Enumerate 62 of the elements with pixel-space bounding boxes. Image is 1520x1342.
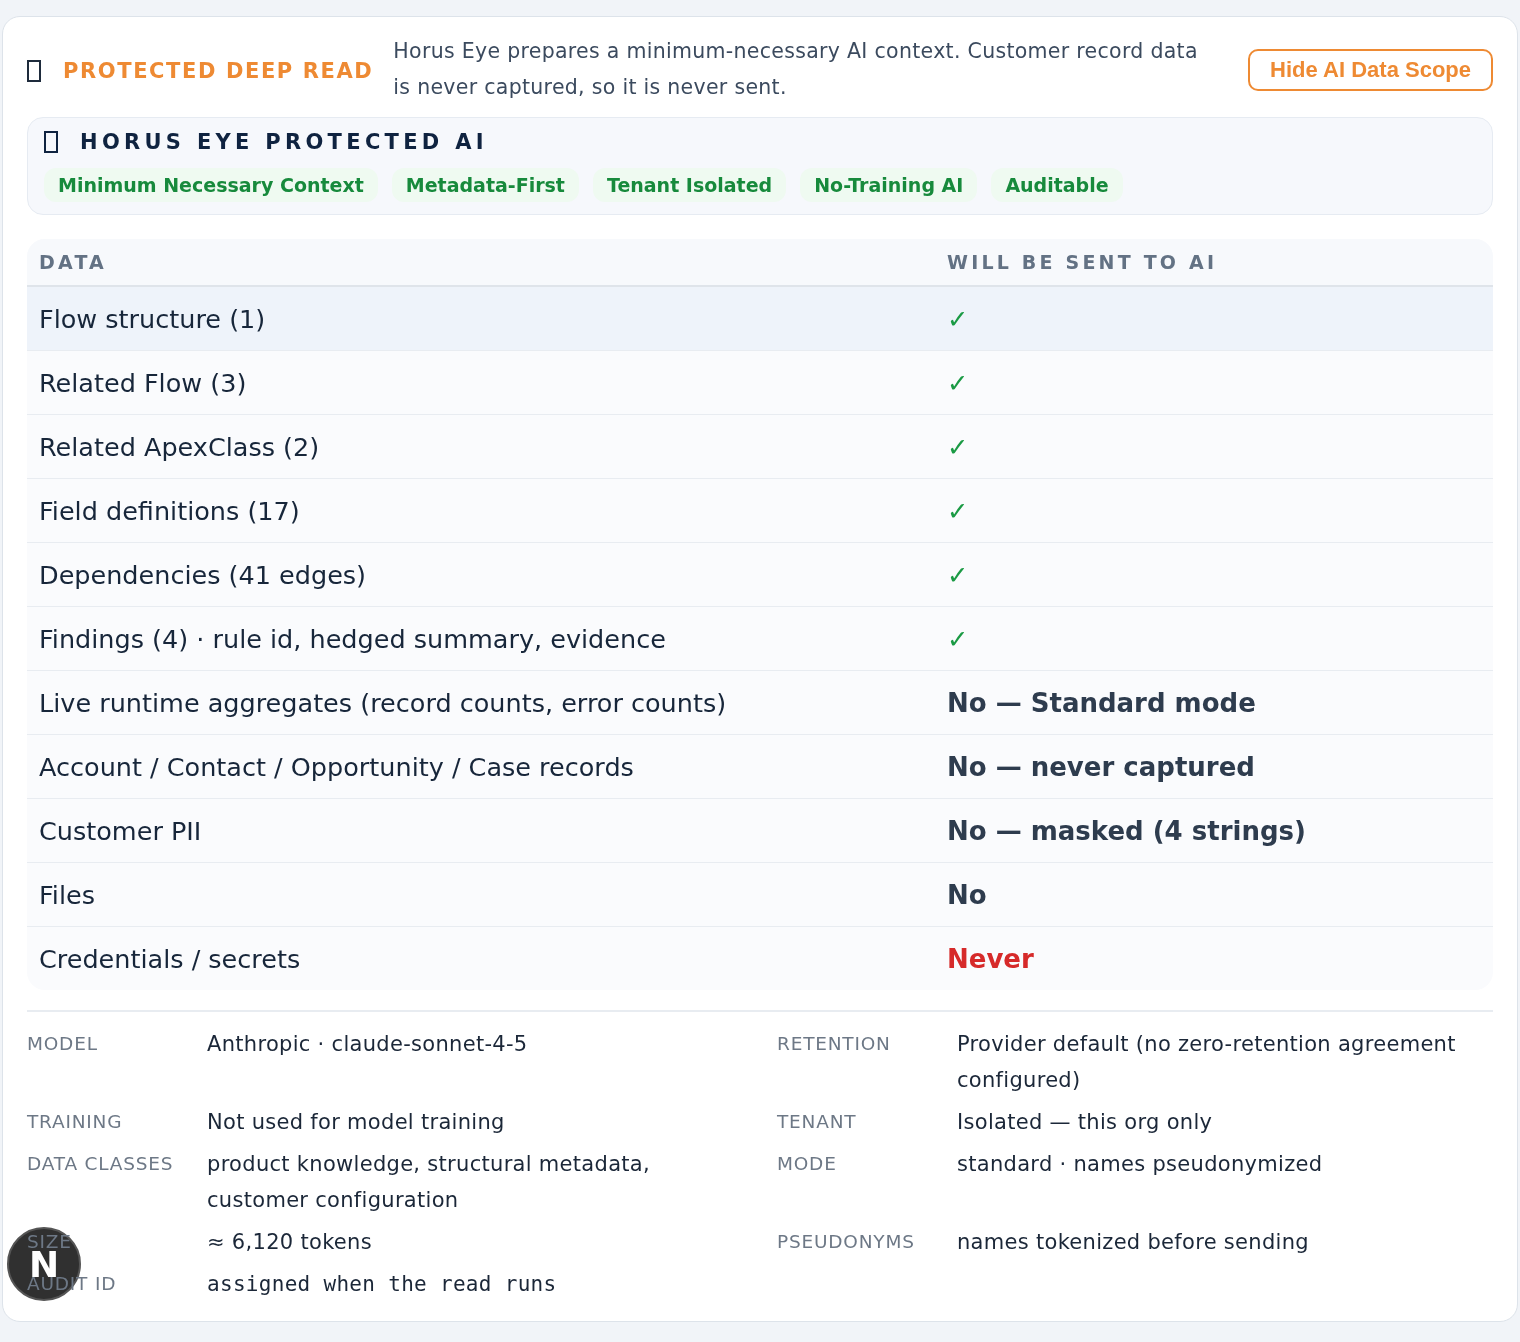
detail-value: Anthropic · claude-sonnet-4-5	[207, 1031, 529, 1058]
status-cell: No — masked (4 strings)	[947, 815, 1306, 846]
data-cell-text: Related ApexClass (2)	[39, 431, 321, 462]
detail-value: standard · names pseudonymized	[957, 1151, 1324, 1178]
detail-value: ≈ 6,120 tokens	[207, 1229, 373, 1256]
column-header: DATA	[39, 251, 108, 273]
table-row[interactable]: Customer PII No — masked (4 strings)	[27, 799, 1493, 863]
feature-tag: Metadata-First	[391, 168, 579, 202]
table-row[interactable]: Account / Contact / Opportunity / Case records No — never captured	[27, 735, 1493, 799]
check-mark: ✓	[947, 559, 969, 590]
table-row[interactable]: Live runtime aggregates (record counts, error counts) No — Standard mode	[27, 671, 1493, 735]
data-cell-text: Live runtime aggregates (record counts, error counts)	[39, 687, 728, 718]
glyph-box-icon	[44, 131, 58, 153]
status-cell: No	[947, 879, 987, 910]
detail-value: product knowledge, structural metadata, customer configuration	[207, 1151, 651, 1214]
feature-tag: No-Training AI	[800, 168, 978, 202]
table-row[interactable]: Related ApexClass (2) ✓	[27, 415, 1493, 479]
detail-label: RETENTION	[777, 1032, 891, 1056]
detail-label: PSEUDONYMS	[777, 1230, 915, 1254]
data-cell-text: Findings (4) · rule id, hedged summary, evidence	[39, 623, 667, 654]
table-row[interactable]: Credentials / secrets Never	[27, 927, 1493, 990]
column-header: WILL BE SENT TO AI	[947, 251, 1219, 273]
feature-tag: Auditable	[991, 168, 1123, 202]
table-row[interactable]: Flow structure (1) ✓	[27, 287, 1493, 351]
detail-label: DATA CLASSES	[27, 1152, 174, 1176]
check-mark: ✓	[947, 431, 969, 462]
detail-value: Not used for model training	[207, 1109, 506, 1136]
table-row[interactable]: Files No	[27, 863, 1493, 927]
data-cell-text: Field definitions (17)	[39, 495, 301, 526]
table-row[interactable]: Dependencies (41 edges) ✓	[27, 543, 1493, 607]
detail-label: SIZE	[27, 1230, 72, 1252]
section-title: PROTECTED DEEP READ	[63, 59, 374, 83]
detail-value: Provider default (no zero-retention agreement configured)	[957, 1031, 1457, 1094]
table-row[interactable]: Findings (4) · rule id, hedged summary, evidence ✓	[27, 607, 1493, 671]
data-cell-text: Customer PII	[39, 815, 203, 846]
feature-tag: Tenant Isolated	[592, 168, 787, 202]
data-cell-text: Account / Contact / Opportunity / Case records	[39, 751, 635, 782]
table-row[interactable]: Related Flow (3) ✓	[27, 351, 1493, 415]
data-cell-text: Credentials / secrets	[39, 943, 302, 974]
check-mark: ✓	[947, 495, 969, 526]
data-cell-text: Related Flow (3)	[39, 367, 248, 398]
table-row[interactable]: Field definitions (17) ✓	[27, 479, 1493, 543]
detail-value: Isolated — this org only	[957, 1109, 1214, 1136]
status-cell: No — Standard mode	[947, 687, 1256, 718]
data-cell-text: Flow structure (1)	[39, 303, 267, 334]
feature-tag: Minimum Necessary Context	[44, 168, 378, 202]
status-cell: No — never captured	[947, 751, 1255, 782]
detail-label: TRAINING	[27, 1110, 123, 1134]
data-cell-text: Dependencies (41 edges)	[39, 559, 368, 590]
detail-value: names tokenized before sending	[957, 1229, 1310, 1256]
check-mark: ✓	[947, 303, 969, 334]
glyph-box-icon	[27, 60, 41, 82]
detail-label: MODEL	[27, 1032, 98, 1056]
status-cell: Never	[947, 943, 1034, 974]
data-cell-text: Files	[39, 879, 96, 910]
detail-label: MODE	[777, 1152, 837, 1176]
detail-value: assigned when the read runs	[207, 1271, 558, 1298]
check-mark: ✓	[947, 623, 969, 654]
description-text: Horus Eye prepares a minimum-necessary AI context. Customer record data is never captured, so it is never sent.	[393, 38, 1199, 101]
panel-title: HORUS EYE PROTECTED AI	[80, 130, 488, 154]
check-mark: ✓	[947, 367, 969, 398]
detail-label: TENANT	[777, 1110, 857, 1134]
